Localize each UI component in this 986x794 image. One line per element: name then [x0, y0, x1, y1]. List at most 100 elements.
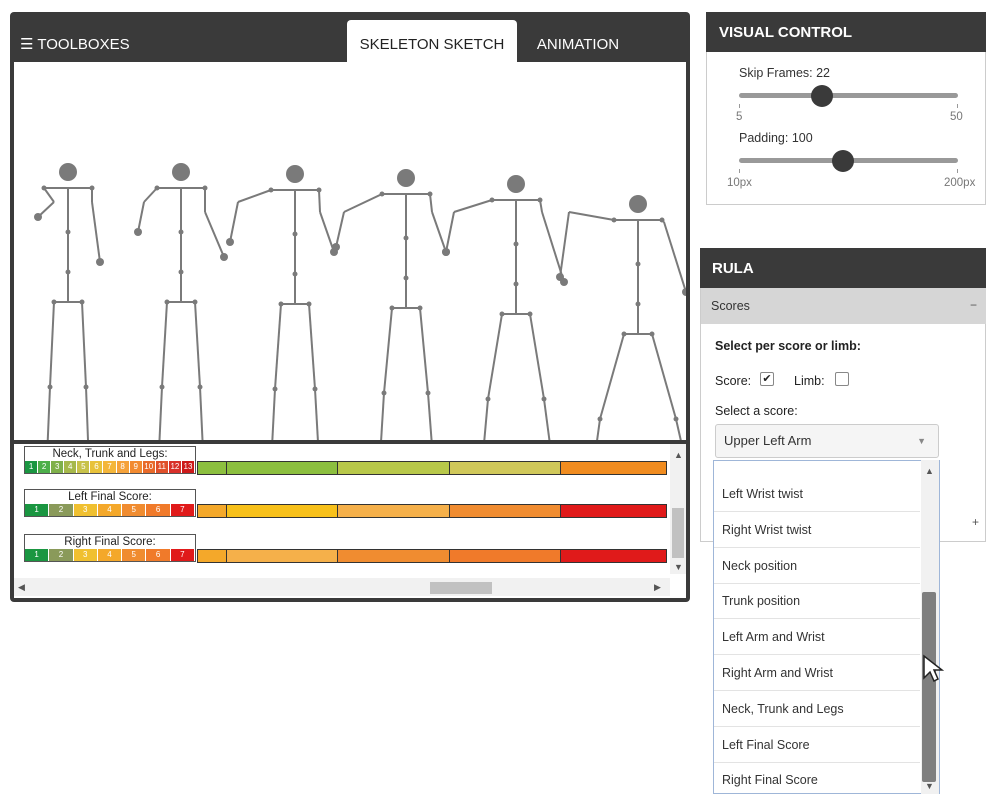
skip-frames-slider-handle[interactable] [810, 85, 833, 107]
scroll-up-arrow-icon[interactable]: ▲ [674, 450, 683, 460]
limb-checkbox[interactable] [835, 372, 849, 386]
score-timeline-segment [337, 550, 449, 562]
rula-title: RULA [700, 248, 986, 288]
score-legend-cell: 1 [25, 549, 50, 561]
dropdown-option[interactable]: Left Wrist twist [714, 477, 920, 512]
dropdown-option[interactable]: Right Wrist twist [714, 513, 920, 548]
score-legend-cell: 12 [168, 461, 182, 473]
score-legend-cell: 3 [51, 461, 65, 473]
score-timeline-segment [198, 505, 226, 517]
visual-control-title: VISUAL CONTROL [706, 12, 986, 52]
score-legend-cell: 6 [90, 461, 104, 473]
score-legend-cell: 5 [122, 504, 147, 516]
rula-prompt: Select per score or limb: [715, 339, 861, 353]
score-timeline-segment [337, 505, 449, 517]
score-timeline-segment [448, 462, 561, 474]
skip-frames-label: Skip Frames: 22 [739, 66, 831, 80]
score-legend-cell: 5 [77, 461, 91, 473]
scores-section-label: Scores [711, 299, 750, 313]
padding-slider-handle[interactable] [831, 150, 854, 172]
score-legend-cell: 2 [49, 504, 74, 516]
dropdown-scroll-down-icon[interactable]: ▼ [925, 781, 934, 791]
score-legend-cell: 6 [146, 504, 171, 516]
limb-checkbox-label: Limb: [794, 374, 825, 388]
dropdown-scroll-up-icon[interactable]: ▲ [925, 466, 934, 476]
score-legend-cell: 4 [97, 549, 123, 561]
score-select[interactable]: Upper Left Arm ▼ [715, 424, 939, 458]
score-legend-cell: 4 [64, 461, 78, 473]
score-timeline-segment [560, 462, 666, 474]
score-legend-cell: 3 [73, 549, 98, 561]
score-legend-cell: 6 [146, 549, 171, 561]
score-legend-cell: 7 [170, 504, 195, 516]
score-legend-cell: 2 [49, 549, 74, 561]
score-timeline-segment [198, 462, 226, 474]
dropdown-option[interactable]: Neck, Trunk and Legs [714, 692, 920, 727]
score-timeline-segment [225, 505, 338, 517]
dropdown-option[interactable]: Trunk position [714, 584, 920, 620]
tick-mark [957, 104, 958, 108]
score-timeline-segment [337, 462, 449, 474]
tick-mark [739, 169, 740, 173]
mouse-cursor-icon [923, 654, 944, 683]
score-timeline: Neck, Trunk and Legs: 1 2 3 4 5 6 7 8 9 10 11 12 13 Le… [14, 444, 686, 598]
scroll-left-arrow-icon[interactable]: ◀ [18, 582, 25, 593]
collapse-icon[interactable]: − [970, 298, 977, 312]
score-legend-cell: 3 [73, 504, 98, 516]
dropdown-option[interactable]: Right Final Score [714, 763, 920, 793]
skip-frames-slider-track[interactable] [739, 93, 958, 98]
tab-skeleton-sketch[interactable]: SKELETON SKETCH [347, 20, 517, 64]
tab-animation[interactable]: ANIMATION [523, 20, 633, 64]
score-timeline-bar [197, 461, 667, 475]
score-legend-cell: 5 [122, 549, 147, 561]
score-timeline-segment [225, 462, 338, 474]
tick-mark [957, 169, 958, 173]
score-timeline-bar [197, 504, 667, 518]
score-legend: Left Final Score: 1 2 3 4 5 6 7 [24, 489, 196, 517]
scores-section-header[interactable]: Scores [701, 288, 986, 324]
score-legend: Right Final Score: 1 2 3 4 5 6 7 [24, 534, 196, 562]
padding-min: 10px [727, 177, 752, 189]
padding-max: 200px [944, 177, 976, 189]
score-legend-cell: 13 [181, 461, 196, 473]
padding-label: Padding: 100 [739, 131, 813, 145]
scroll-right-arrow-icon[interactable]: ▶ [654, 582, 661, 593]
timeline-horizontal-scroll-thumb[interactable] [430, 582, 492, 594]
score-legend-cell: 10 [142, 461, 156, 473]
skeleton-canvas [14, 62, 686, 440]
score-legend-cell: 7 [103, 461, 117, 473]
score-timeline-segment [560, 505, 666, 517]
score-legend-cell: 9 [129, 461, 143, 473]
score-legend-cell: 7 [170, 549, 195, 561]
dropdown-option[interactable]: Neck position [714, 549, 920, 584]
expand-icon[interactable]: + [972, 515, 979, 529]
dropdown-option[interactable]: Left Arm and Wrist [714, 620, 920, 656]
score-legend-title: Left Final Score: [68, 491, 152, 503]
score-timeline-segment [448, 505, 561, 517]
chevron-down-icon: ▼ [917, 436, 926, 446]
skip-frames-min: 5 [736, 111, 743, 123]
skeleton-sketch [34, 163, 686, 440]
score-timeline-bar [197, 549, 667, 563]
score-checkbox-label: Score: [715, 374, 752, 388]
score-legend-cell: 4 [97, 504, 123, 516]
timeline-vertical-scroll-thumb[interactable] [672, 508, 684, 558]
score-legend-cell: 11 [155, 461, 169, 473]
toolboxes-menu-button[interactable]: ☰ TOOLBOXES [20, 35, 130, 53]
score-legend-title: Right Final Score: [64, 536, 156, 548]
select-score-label: Select a score: [715, 404, 798, 418]
score-legend: Neck, Trunk and Legs: 1 2 3 4 5 6 7 8 9 10 11 12 13 [24, 446, 196, 474]
timeline-horizontal-scrollbar[interactable] [14, 578, 670, 596]
dropdown-scroll-thumb[interactable] [922, 592, 936, 782]
score-legend-cell: 1 [25, 461, 39, 473]
score-dropdown-list: Left Wrist twist Right Wrist twist Neck po… [713, 460, 940, 794]
score-timeline-segment [448, 550, 561, 562]
dropdown-option[interactable]: Right Arm and Wrist [714, 656, 920, 691]
scroll-down-arrow-icon[interactable]: ▼ [674, 562, 683, 572]
dropdown-option[interactable]: Left Final Score [714, 728, 920, 763]
score-timeline-segment [560, 550, 666, 562]
tick-mark [739, 104, 740, 108]
score-timeline-segment [225, 550, 338, 562]
skip-frames-max: 50 [950, 111, 963, 123]
score-checkbox[interactable]: ✔ [760, 372, 774, 386]
